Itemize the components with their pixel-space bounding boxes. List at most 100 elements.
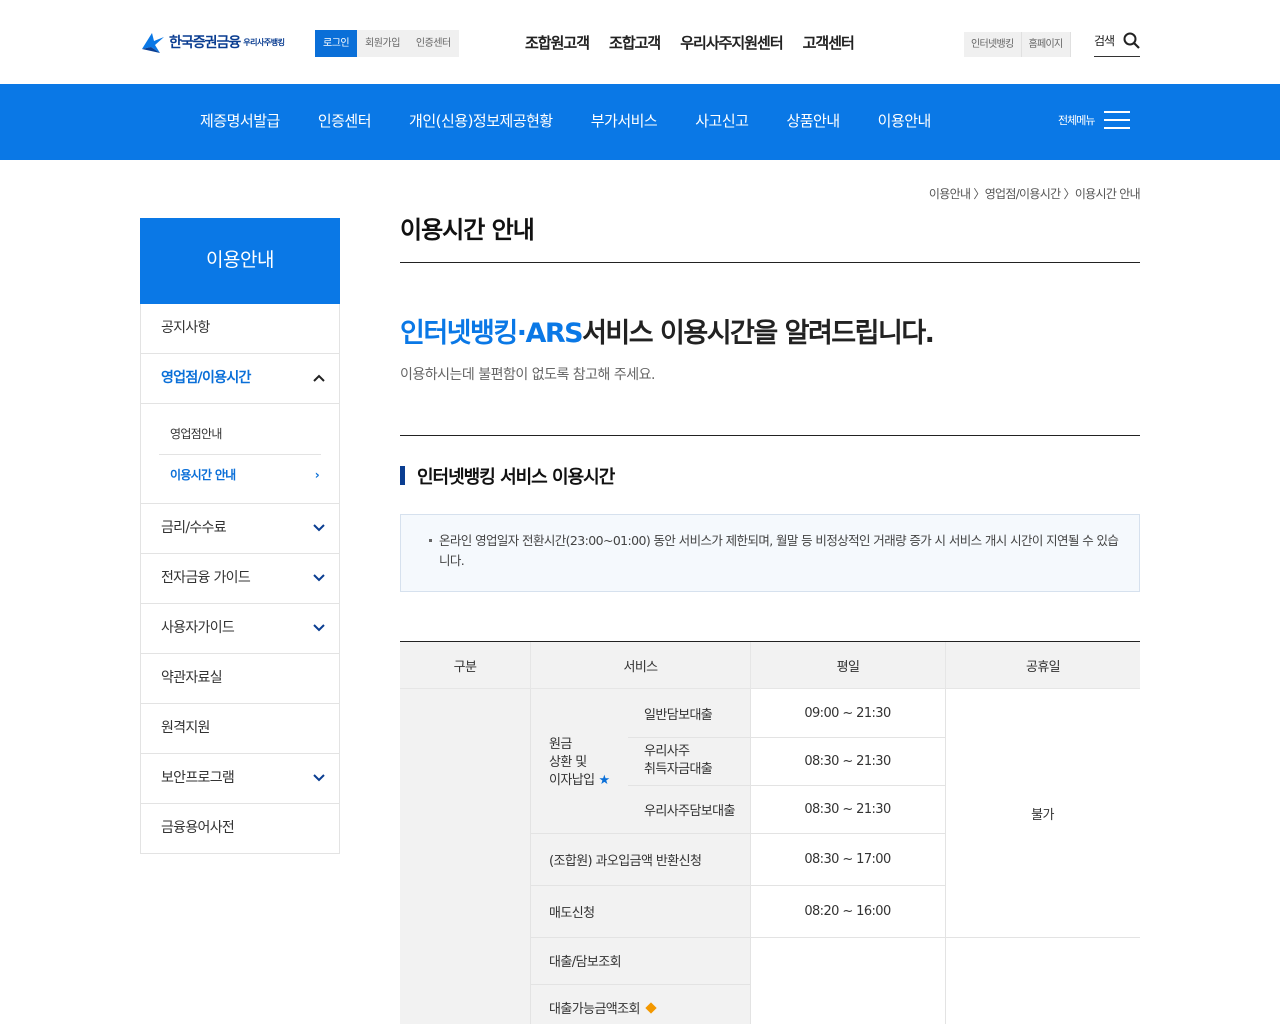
all-menu-label: 전체메뉴 <box>1058 114 1095 127</box>
diamond-icon <box>645 1001 657 1014</box>
table-cell-weekday: 08:30 ~ 17:00 <box>804 851 891 867</box>
cert-center-button[interactable]: 인증센터 <box>407 30 459 57</box>
sidebar-item-label: 약관자료실 <box>161 670 223 686</box>
table-cell-weekday: 08:30 ~ 21:30 <box>804 801 891 817</box>
search-button[interactable]: 검색 <box>1094 32 1140 57</box>
nav-products[interactable]: 상품안내 <box>786 110 840 131</box>
group-label-line: 이자납입 ★ <box>549 773 610 788</box>
chevron-down-icon <box>313 524 325 532</box>
search-icon <box>1123 32 1140 49</box>
customer-type-menu: 조합원고객 조합고객 우리사주지원센터 고객센터 <box>525 32 855 53</box>
group-label: 원금 상환 및 이자납입 ★ <box>549 736 610 788</box>
table-grid-line <box>628 737 945 738</box>
table-cell-service: 우리사주담보대출 <box>644 803 735 819</box>
main-content: 이용시간 안내 인터넷뱅킹·ARS서비스 이용시간을 알려드립니다. 이용하시는… <box>400 210 1140 592</box>
nav-extra-services[interactable]: 부가서비스 <box>591 110 658 131</box>
table-header-category: 구분 <box>400 642 530 689</box>
nav-certificate[interactable]: 제증명서발급 <box>200 110 280 131</box>
top-menu-union[interactable]: 조합고객 <box>609 32 661 53</box>
category-column-bg <box>400 689 530 1024</box>
top-menu-member[interactable]: 조합원고객 <box>525 32 590 53</box>
sidebar-subitem-label: 영업점안내 <box>170 427 222 441</box>
hamburger-icon <box>1104 110 1131 130</box>
sidebar-item-label: 보안프로그램 <box>161 770 235 786</box>
group-label-line: 원금 <box>549 737 572 752</box>
chevron-down-icon <box>313 624 325 632</box>
sidebar-item-user-guide[interactable]: 사용자가이드 <box>140 604 340 654</box>
table-grid-line <box>530 984 750 985</box>
headline: 인터넷뱅킹·ARS서비스 이용시간을 알려드립니다. <box>400 311 1140 350</box>
sidebar-subitem-label: 이용시간 안내 <box>170 468 236 482</box>
util-menu: 인터넷뱅킹 홈페이지 <box>964 32 1071 57</box>
nav-usage-guide[interactable]: 이용안내 <box>878 110 932 131</box>
sidebar-item-notice[interactable]: 공지사항 <box>140 304 340 354</box>
top-header: 한국증권금융 우리사주뱅킹 로그인 회원가입 인증센터 조합원고객 조합고객 우… <box>0 0 1280 84</box>
table-cell-service: 대출/담보조회 <box>549 955 622 970</box>
signup-button[interactable]: 회원가입 <box>357 30 408 57</box>
search-label: 검색 <box>1094 34 1115 48</box>
table-cell-weekday: 09:00 ~ 21:30 <box>804 705 891 721</box>
homepage-button[interactable]: 홈페이지 <box>1021 32 1071 57</box>
sidebar-item-remote-support[interactable]: 원격지원 <box>140 704 340 754</box>
sidebar-subitem-branch[interactable]: 영업점안내 <box>159 414 321 454</box>
top-menu-customer-center[interactable]: 고객센터 <box>803 32 855 53</box>
sidebar-item-efinance-guide[interactable]: 전자금융 가이드 <box>140 554 340 604</box>
sidebar-item-label: 금리/수수료 <box>161 520 227 536</box>
group-label-line: 상환 및 <box>549 755 587 770</box>
star-icon: ★ <box>598 773 610 788</box>
table-grid-line <box>750 689 751 1024</box>
logo-bird-icon <box>142 33 164 53</box>
sidebar-subitem-hours[interactable]: 이용시간 안내 › <box>159 454 321 494</box>
top-menu-support[interactable]: 우리사주지원센터 <box>680 32 783 53</box>
divider <box>400 435 1140 436</box>
breadcrumb: 이용안내 〉영업점/이용시간 〉이용시간 안내 <box>928 187 1141 201</box>
nav-incident-report[interactable]: 사고신고 <box>695 110 749 131</box>
headline-text: 서비스 이용시간을 알려드립니다. <box>582 318 935 349</box>
sidebar-item-label: 전자금융 가이드 <box>161 570 251 586</box>
chevron-right-icon: › <box>314 468 320 482</box>
nav-cert-center[interactable]: 인증센터 <box>318 110 372 131</box>
table-cell-service: 대출가능금액조회 <box>549 984 657 1024</box>
table-grid-line <box>530 689 531 1024</box>
table-grid-line <box>530 833 945 834</box>
table-grid-line <box>530 885 945 886</box>
table-header-service: 서비스 <box>530 642 750 689</box>
logo-sub-text: 우리사주뱅킹 <box>243 37 285 47</box>
sidebar-item-glossary[interactable]: 금융용어사전 <box>140 804 340 854</box>
table-cell-service: 일반담보대출 <box>644 707 713 723</box>
table-cell-service: 우리사주 취득자금대출 <box>644 744 713 777</box>
chevron-down-icon <box>313 774 325 782</box>
chevron-down-icon <box>313 574 325 582</box>
table-cell-holiday: 불가 <box>1031 807 1054 823</box>
sidebar-item-label: 금융용어사전 <box>161 820 235 836</box>
table-grid-line <box>628 785 945 786</box>
sidebar-item-branch-hours[interactable]: 영업점/이용시간 <box>140 354 340 404</box>
login-button[interactable]: 로그인 <box>315 30 358 57</box>
page-title: 이용시간 안내 <box>400 210 1140 263</box>
service-hours-table: 구분 서비스 평일 공휴일 원금 상환 및 이자납입 ★ 일반담보대출 우리사주 … <box>400 641 1140 1024</box>
table-cell-service: 매도신청 <box>549 905 595 921</box>
sidebar-item-terms[interactable]: 약관자료실 <box>140 654 340 704</box>
table-grid-line <box>530 937 1140 938</box>
logo-main-text: 한국증권금융 <box>169 35 241 51</box>
sidebar-item-label: 영업점/이용시간 <box>161 370 251 386</box>
all-menu-button[interactable]: 전체메뉴 <box>1058 110 1131 130</box>
table-header-weekday: 평일 <box>750 642 945 689</box>
sidebar-item-rates[interactable]: 금리/수수료 <box>140 504 340 554</box>
sidebar-item-security[interactable]: 보안프로그램 <box>140 754 340 804</box>
sidebar-submenu: 영업점안내 이용시간 안내 › <box>140 404 340 504</box>
subheadline: 이용하시는데 불편함이 없도록 참고해 주세요. <box>400 367 655 383</box>
logo[interactable]: 한국증권금융 우리사주뱅킹 <box>140 28 285 56</box>
notice-box: 온라인 영업일자 전환시간(23:00~01:00) 동안 서비스가 제한되며,… <box>400 514 1140 592</box>
auth-menu: 로그인 회원가입 인증센터 <box>315 30 459 57</box>
sidebar-item-label: 공지사항 <box>161 320 210 336</box>
table-header-holiday: 공휴일 <box>945 642 1140 689</box>
nav-credit-info[interactable]: 개인(신용)정보제공현황 <box>409 110 553 131</box>
side-nav-title: 이용안내 <box>140 218 340 304</box>
main-navigation: 제증명서발급 인증센터 개인(신용)정보제공현황 부가서비스 사고신고 상품안내… <box>0 84 1280 160</box>
internet-banking-button[interactable]: 인터넷뱅킹 <box>964 32 1022 57</box>
side-navigation: 이용안내 공지사항 영업점/이용시간 영업점안내 이용시간 안내 › 금리/수수… <box>140 218 340 854</box>
sidebar-item-label: 사용자가이드 <box>161 620 235 636</box>
sidebar-item-label: 원격지원 <box>161 720 210 736</box>
table-grid-line <box>945 689 946 1024</box>
